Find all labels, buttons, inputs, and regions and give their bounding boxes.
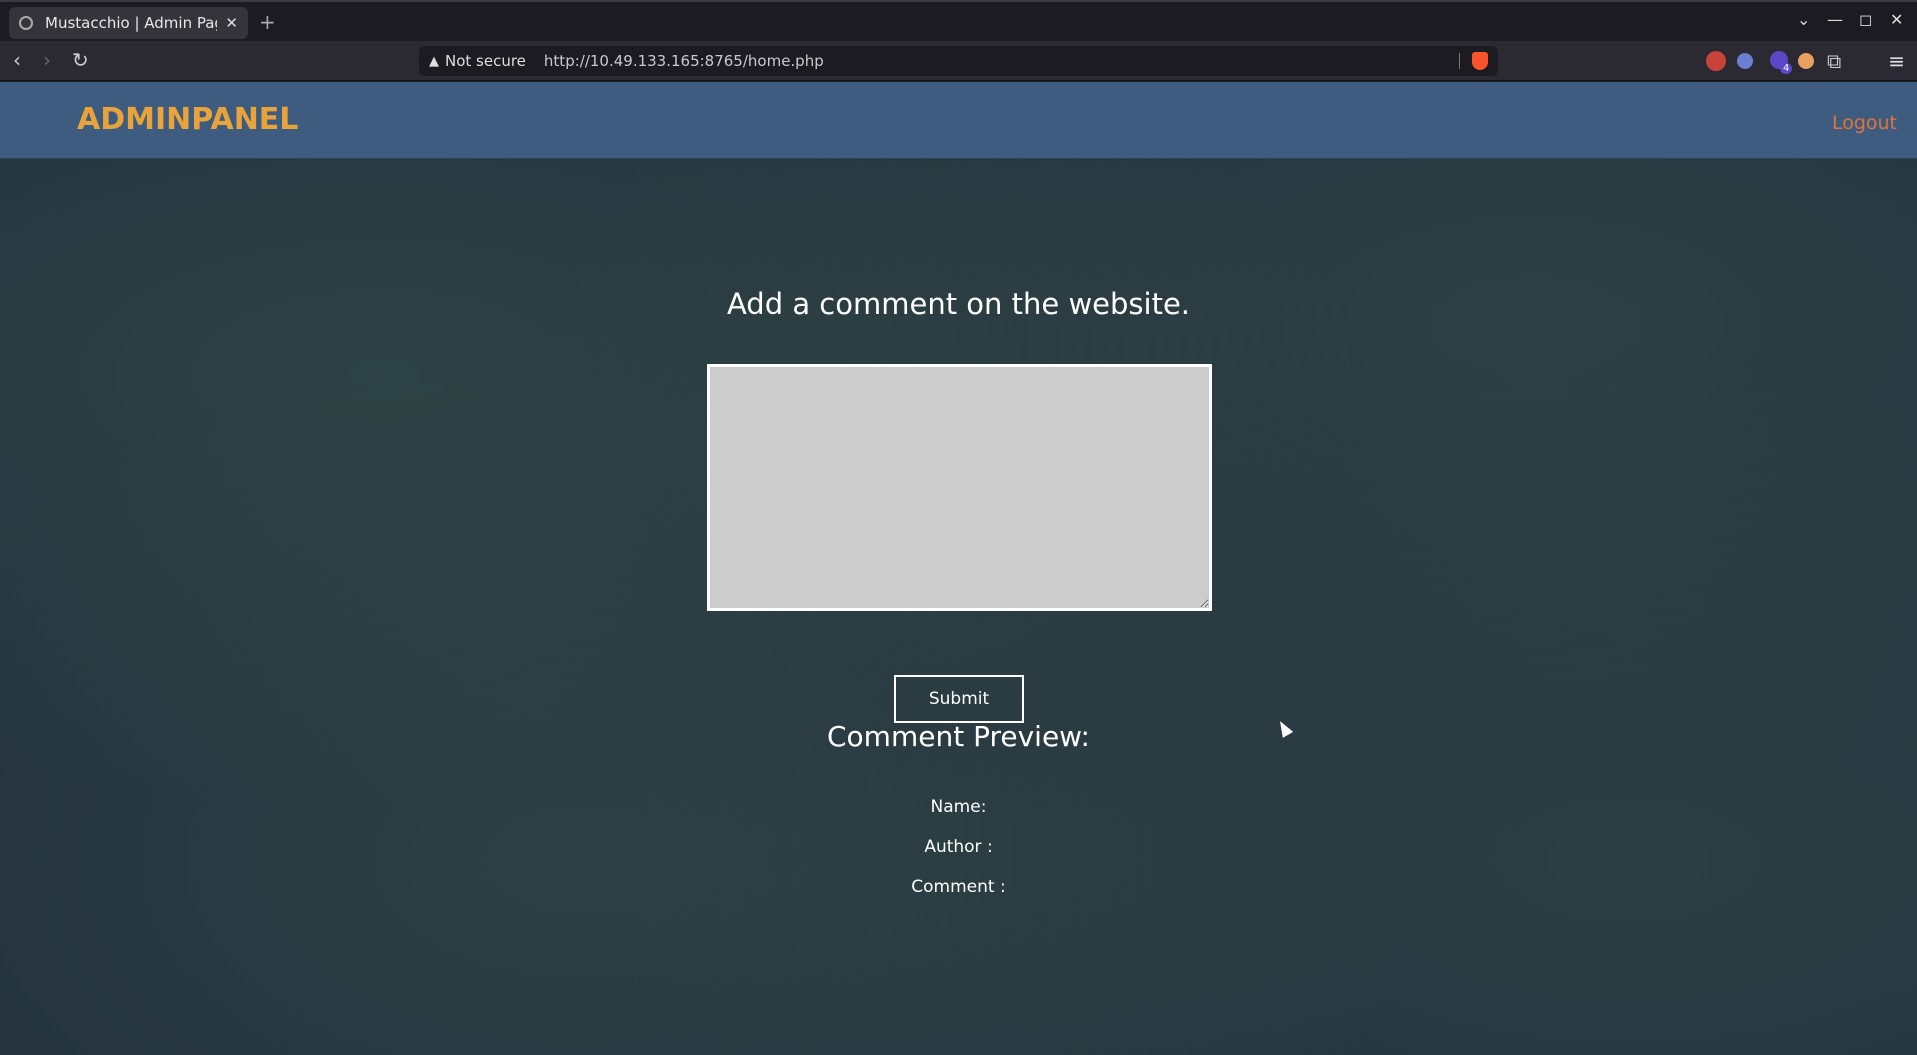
reload-icon[interactable]: ↻: [72, 48, 89, 72]
new-tab-button[interactable]: +: [259, 10, 276, 34]
preview-comment-label: Comment :: [911, 877, 1006, 897]
preview-author-label: Author :: [924, 837, 993, 857]
tab-list-chevron-icon[interactable]: ⌄: [1797, 10, 1810, 29]
maximize-button[interactable]: ◻: [1859, 10, 1872, 29]
preview-name-label: Name:: [930, 797, 987, 817]
brave-shields-icon[interactable]: [1472, 52, 1488, 70]
site-navbar: ADMINPANEL Logout: [0, 82, 1917, 159]
extension-badge: 4: [1780, 63, 1793, 74]
not-secure-label[interactable]: Not secure: [445, 52, 526, 70]
browser-toolbar: ‹ › ↻ ▲ Not secure http://10.49.133.165:…: [0, 41, 1917, 81]
submit-button[interactable]: Submit: [894, 675, 1024, 723]
address-separator: [1459, 53, 1460, 69]
comment-preview-title: Comment Preview:: [827, 720, 1090, 753]
logout-link[interactable]: Logout: [1832, 112, 1897, 134]
browser-tab[interactable]: Mustacchio | Admin Pag ✕: [9, 7, 248, 39]
window-close-button[interactable]: ✕: [1890, 10, 1903, 29]
web-page: ADMINPANEL Logout Add a comment on the w…: [0, 82, 1917, 1055]
browser-tab-bar: Mustacchio | Admin Pag ✕ + ⌄ — ◻ ✕: [0, 0, 1917, 41]
warning-icon: ▲: [429, 53, 439, 69]
site-brand[interactable]: ADMINPANEL: [77, 102, 298, 137]
forward-icon[interactable]: ›: [43, 48, 51, 72]
globe-icon: [19, 16, 33, 30]
hamburger-menu-icon[interactable]: ≡: [1888, 49, 1905, 73]
extension-icon-4[interactable]: [1798, 53, 1814, 69]
puzzle-icon[interactable]: ⧉: [1827, 49, 1841, 73]
comment-textarea[interactable]: [707, 364, 1212, 611]
back-icon[interactable]: ‹: [13, 48, 21, 72]
extension-icon-2[interactable]: [1737, 53, 1753, 69]
tab-title: Mustacchio | Admin Pag: [45, 14, 218, 32]
minimize-button[interactable]: —: [1827, 10, 1843, 29]
url-text[interactable]: http://10.49.133.165:8765/home.php: [544, 52, 824, 70]
page-heading: Add a comment on the website.: [726, 287, 1191, 321]
extension-icon-1[interactable]: [1706, 51, 1726, 71]
address-bar[interactable]: ▲ Not secure http://10.49.133.165:8765/h…: [419, 46, 1498, 76]
tab-close-icon[interactable]: ✕: [225, 14, 238, 32]
